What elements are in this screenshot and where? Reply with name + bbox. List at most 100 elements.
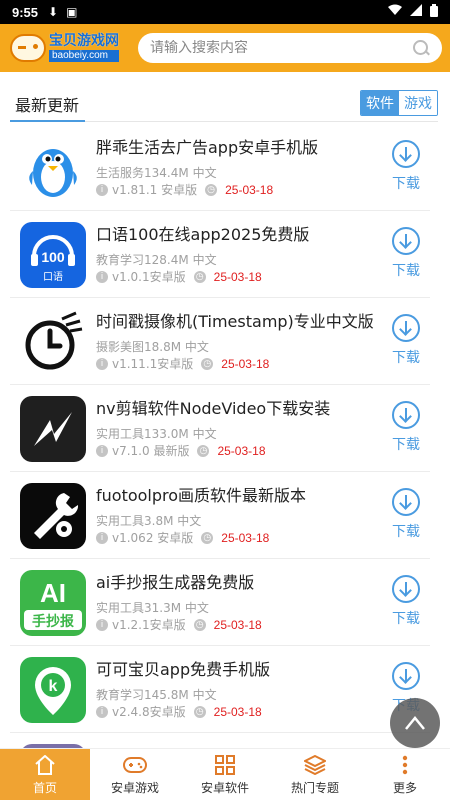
list-item[interactable]: 胖乖生活去广告app安卓手机版 生活服务134.4M 中文 i v1.81.1 …	[10, 124, 430, 211]
search-icon[interactable]	[412, 39, 430, 57]
gamepad-icon	[123, 754, 147, 776]
app-name[interactable]: 胖乖生活去广告app安卓手机版	[96, 134, 318, 158]
app-version: v1.0.1安卓版	[112, 270, 186, 284]
download-icon[interactable]	[392, 488, 420, 516]
download-icon[interactable]	[392, 227, 420, 255]
download-label[interactable]: 下载	[390, 521, 422, 541]
download-label[interactable]: 下载	[390, 173, 422, 193]
app-date: 25-03-18	[221, 356, 270, 371]
home-icon	[33, 754, 57, 776]
signal-icon	[410, 4, 422, 20]
nav-hot-topics[interactable]: 热门专题	[270, 749, 360, 800]
layers-icon	[303, 754, 327, 776]
svg-text:手抄报: 手抄报	[32, 613, 74, 630]
list-item[interactable]: fuotoolpro画质软件最新版本 实用工具3.8M 中文 i v1.062 …	[10, 472, 430, 559]
download-button[interactable]: 下载	[390, 314, 422, 367]
search-input[interactable]	[150, 40, 412, 56]
clock-icon: ◷	[201, 357, 214, 370]
app-date: 25-03-18	[217, 443, 266, 458]
wrench-gear-icon[interactable]	[20, 483, 86, 549]
keke-k-icon[interactable]: k	[20, 657, 86, 723]
info-icon: i	[96, 531, 108, 544]
list-item[interactable]: AI 手抄报 ai手抄报生成器免费版 实用工具31.3M 中文 i v1.2.1…	[10, 559, 430, 646]
download-notification-icon: ⬇	[48, 5, 59, 19]
timestamp-clock-icon[interactable]	[20, 309, 86, 375]
app-name[interactable]: ai手抄报生成器免费版	[96, 569, 254, 593]
battery-icon	[430, 3, 438, 21]
logo-text: 宝贝游戏网	[49, 33, 119, 49]
app-name[interactable]: 口语100在线app2025免费版	[96, 221, 309, 245]
download-button[interactable]: 下载	[390, 488, 422, 541]
app-name[interactable]: 可可宝贝app免费手机版	[96, 656, 270, 680]
download-icon[interactable]	[392, 314, 420, 342]
app-date: 25-03-18	[225, 182, 274, 197]
app-root: 9:55 ⬇ ▣ 宝贝游戏网 baobeiy.com 请输入搜索内容 最新更新 …	[0, 0, 450, 800]
search-box[interactable]	[138, 33, 442, 63]
kouyu100-icon[interactable]: 100 口语	[20, 222, 86, 288]
download-icon[interactable]	[392, 575, 420, 603]
download-icon[interactable]	[392, 401, 420, 429]
app-name[interactable]: 时间戳摄像机(Timestamp)专业中文版	[96, 308, 374, 332]
grid-icon	[213, 754, 237, 776]
app-list: 胖乖生活去广告app安卓手机版 生活服务134.4M 中文 i v1.81.1 …	[10, 124, 430, 800]
clock-icon: ◷	[193, 705, 206, 718]
app-version-row: i v1.0.1安卓版 ◷ 25-03-18	[96, 268, 262, 285]
list-item[interactable]: nv剪辑软件NodeVideo下载安装 实用工具133.0M 中文 i v7.1…	[10, 385, 430, 472]
back-to-top-button[interactable]	[390, 698, 440, 748]
logo-domain: baobeiy.com	[49, 50, 119, 62]
penguin-icon[interactable]	[20, 135, 86, 201]
download-label[interactable]: 下载	[390, 347, 422, 367]
info-icon: i	[96, 270, 108, 283]
more-vertical-icon	[393, 754, 417, 776]
app-date: 25-03-18	[213, 617, 262, 632]
app-notification-icon: ▣	[66, 5, 78, 19]
download-label[interactable]: 下载	[390, 260, 422, 280]
download-button[interactable]: 下载	[390, 140, 422, 193]
tab-software[interactable]: 软件	[361, 91, 399, 115]
nodevideo-icon[interactable]	[20, 396, 86, 462]
app-meta: 摄影美图18.8M 中文	[96, 340, 209, 354]
app-meta: 生活服务134.4M 中文	[96, 166, 217, 180]
clock-icon: ◷	[193, 270, 206, 283]
section-title: 最新更新	[10, 84, 86, 122]
info-icon: i	[96, 183, 108, 196]
status-right	[388, 3, 438, 21]
list-item[interactable]: k 可可宝贝app免费手机版 教育学习145.8M 中文 i v2.4.8安卓版…	[10, 646, 430, 733]
app-name[interactable]: fuotoolpro画质软件最新版本	[96, 482, 306, 506]
app-date: 25-03-18	[221, 530, 270, 545]
info-icon: i	[96, 357, 108, 370]
app-meta: 实用工具31.3M 中文	[96, 601, 209, 615]
svg-text:k: k	[49, 678, 58, 695]
gamepad-logo-icon	[10, 34, 46, 62]
site-logo[interactable]: 宝贝游戏网 baobeiy.com	[10, 30, 124, 66]
nav-android-games[interactable]: 安卓游戏	[90, 749, 180, 800]
app-meta: 实用工具3.8M 中文	[96, 514, 202, 528]
download-button[interactable]: 下载	[390, 575, 422, 628]
bottom-nav: 首页 安卓游戏 安卓软件 热门专题 更多	[0, 748, 450, 800]
download-button[interactable]: 下载	[390, 227, 422, 280]
category-toggle: 软件 游戏	[360, 90, 438, 116]
wifi-icon	[388, 4, 402, 20]
app-date: 25-03-18	[213, 704, 262, 719]
list-item[interactable]: 100 口语 口语100在线app2025免费版 教育学习128.4M 中文 i…	[10, 211, 430, 298]
download-icon[interactable]	[392, 662, 420, 690]
clock-icon: ◷	[205, 183, 218, 196]
tab-games[interactable]: 游戏	[399, 91, 437, 115]
app-version: v1.11.1安卓版	[112, 357, 194, 371]
clock-icon: ◷	[197, 444, 210, 457]
app-version-row: i v7.1.0 最新版 ◷ 25-03-18	[96, 442, 266, 459]
ai-shouchaobao-icon[interactable]: AI 手抄报	[20, 570, 86, 636]
chevron-up-icon	[405, 716, 425, 730]
nav-android-software[interactable]: 安卓软件	[180, 749, 270, 800]
download-label[interactable]: 下载	[390, 608, 422, 628]
download-label[interactable]: 下载	[390, 434, 422, 454]
nav-more[interactable]: 更多	[360, 749, 450, 800]
app-version-row: i v1.2.1安卓版 ◷ 25-03-18	[96, 616, 262, 633]
app-version: v2.4.8安卓版	[112, 705, 186, 719]
app-meta: 实用工具133.0M 中文	[96, 427, 217, 441]
download-button[interactable]: 下载	[390, 401, 422, 454]
nav-home[interactable]: 首页	[0, 749, 90, 800]
list-item[interactable]: 时间戳摄像机(Timestamp)专业中文版 摄影美图18.8M 中文 i v1…	[10, 298, 430, 385]
download-icon[interactable]	[392, 140, 420, 168]
app-name[interactable]: nv剪辑软件NodeVideo下载安装	[96, 395, 330, 419]
